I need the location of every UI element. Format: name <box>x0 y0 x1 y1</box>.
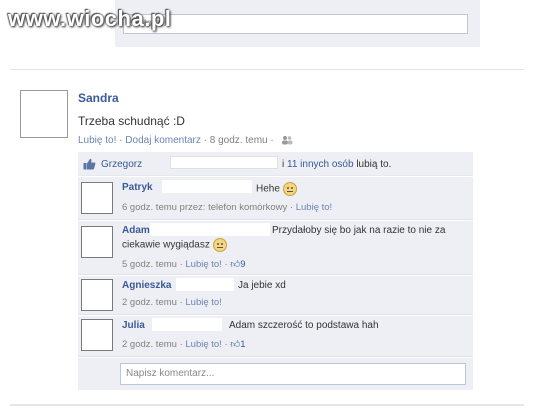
people-icon[interactable] <box>281 135 293 145</box>
comment-meta: 2 godz. temu · Lubię to! <box>122 297 222 308</box>
commenter-name[interactable]: Julia <box>122 320 145 331</box>
redacted-name <box>150 223 270 236</box>
redacted-name <box>170 156 278 169</box>
comment-meta: 6 godz. temu przez: telefon komórkowy · … <box>122 202 332 213</box>
likes-rest: i 11 innych osób lubią to. <box>282 159 391 170</box>
comment-text-line2: ciekawie wygiądasz <box>122 238 227 252</box>
comment-like-link[interactable]: Lubię to! <box>185 339 221 350</box>
write-comment-input[interactable]: Napisz komentarz... <box>120 363 466 385</box>
other-likers-link[interactable]: 11 innych osób <box>287 159 354 170</box>
redacted-name <box>162 180 252 193</box>
post-separator <box>10 69 524 70</box>
comment-like-count[interactable]: 👍︎9 <box>230 259 245 270</box>
comment-time[interactable]: 2 godz. temu <box>122 339 177 350</box>
commenter-avatar[interactable] <box>81 319 113 351</box>
commenter-name[interactable]: Adam <box>122 225 150 236</box>
meta-dot: · <box>270 135 274 146</box>
meta-dot: · <box>119 135 123 146</box>
comment-text: Ja jebie xd <box>238 280 286 291</box>
comment-like-link[interactable]: Lubię to! <box>296 202 332 213</box>
smiley-icon <box>282 182 297 196</box>
previous-comment-input[interactable]: ...ntarz... <box>123 14 468 34</box>
meta-dot: · <box>179 259 183 270</box>
comment-meta: 2 godz. temu · Lubię to! · 👍︎1 <box>122 338 246 350</box>
comment-text-body: ciekawie wygiądasz <box>122 239 210 251</box>
redacted-name <box>176 278 234 291</box>
bottom-separator <box>10 404 524 406</box>
meta-dot: · <box>179 339 183 350</box>
meta-dot: · <box>289 202 294 213</box>
meta-dot: · <box>224 339 228 350</box>
post-author-name[interactable]: Sandra <box>78 91 119 105</box>
comment-item: Julia Adam szczerość to podstawa hah 2 g… <box>78 316 473 357</box>
redacted-name <box>152 318 222 331</box>
comment-like-count[interactable]: 👍︎1 <box>230 339 245 350</box>
comment-text: Hehe <box>256 182 297 196</box>
comment-time[interactable]: 2 godz. temu <box>122 297 177 308</box>
liker-name-link[interactable]: Grzegorz <box>101 159 142 170</box>
commenter-avatar[interactable] <box>81 279 113 311</box>
comment-text-body: Hehe <box>256 183 280 195</box>
post-time[interactable]: 8 godz. temu <box>210 135 268 146</box>
post-like-link[interactable]: Lubię to! <box>78 135 116 146</box>
smiley-icon <box>212 238 227 252</box>
like-count-value: 1 <box>240 339 246 350</box>
comment-item: Patryk Hehe 6 godz. temu przez: telefon … <box>78 177 473 220</box>
write-comment-panel: Napisz komentarz... <box>78 358 473 390</box>
meta-dot: · <box>224 259 228 270</box>
post-text: Trzeba schudnąć :D <box>78 114 185 128</box>
comment-like-link[interactable]: Lubię to! <box>185 259 221 270</box>
comment-item: Agnieszka Ja jebie xd 2 godz. temu · Lub… <box>78 276 473 315</box>
likes-suffix: lubią to. <box>356 159 392 170</box>
meta-dot: · <box>203 135 207 146</box>
comment-text: Adam szczerość to podstawa hah <box>229 320 379 331</box>
comment-meta: 5 godz. temu · Lubię to! · 👍︎9 <box>122 258 246 270</box>
post-add-comment-link[interactable]: Dodaj komentarz <box>125 135 201 146</box>
comment-text-line1: Przydałoby się bo jak na razie to nie za <box>272 225 446 236</box>
previous-post-area: ...ntarz... www.wiocha.pl <box>0 0 534 68</box>
comment-time[interactable]: 6 godz. temu przez: telefon komórkowy <box>122 202 287 213</box>
commenter-avatar[interactable] <box>81 182 113 214</box>
post-meta: Lubię to! · Dodaj komentarz · 8 godz. te… <box>78 135 293 146</box>
comment-item: Adam Przydałoby się bo jak na razie to n… <box>78 221 473 275</box>
like-count-value: 9 <box>240 259 246 270</box>
likes-and: i <box>282 159 285 170</box>
meta-dot: · <box>179 297 183 308</box>
commenter-name[interactable]: Agnieszka <box>122 280 171 291</box>
comment-like-link[interactable]: Lubię to! <box>185 297 221 308</box>
post-author-avatar[interactable] <box>20 90 68 138</box>
comment-time[interactable]: 5 godz. temu <box>122 259 177 270</box>
likes-summary: Grzegorz i 11 innych osób lubią to. <box>78 152 473 176</box>
watermark-logo: www.wiocha.pl <box>8 6 172 31</box>
thumbs-up-icon <box>83 158 96 170</box>
commenter-avatar[interactable] <box>81 226 113 258</box>
commenter-name[interactable]: Patryk <box>122 182 153 193</box>
